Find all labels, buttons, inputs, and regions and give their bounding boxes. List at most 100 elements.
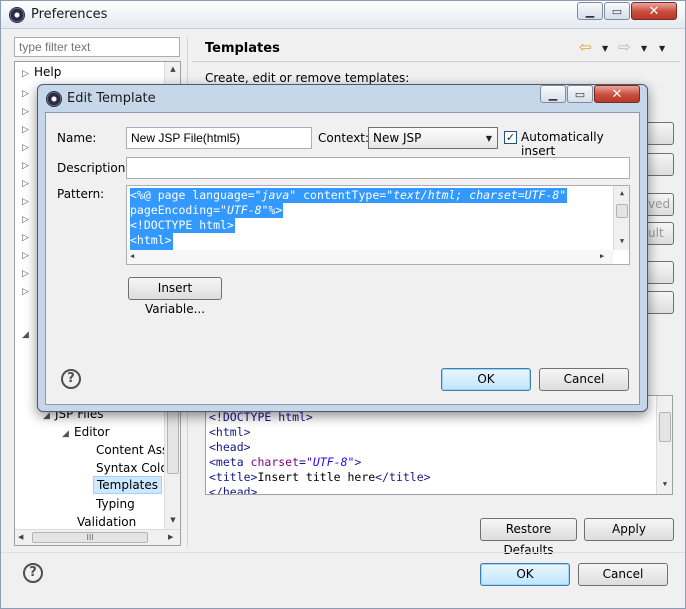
- apply-button[interactable]: Apply: [584, 518, 674, 541]
- pattern-label: Pattern:: [57, 187, 105, 201]
- maximize-icon: ▭: [574, 87, 586, 101]
- close-icon: ✕: [611, 86, 623, 102]
- side-button-edge-2[interactable]: [646, 153, 674, 176]
- preview-token: Insert title here: [257, 470, 376, 484]
- window-title: Preferences: [31, 7, 108, 22]
- dialog-title: Edit Template: [67, 91, 156, 106]
- dialog-minimize-button[interactable]: ▁: [540, 85, 566, 103]
- scroll-up-icon[interactable]: ▲: [165, 65, 180, 73]
- scroll-down-icon[interactable]: ▼: [657, 480, 672, 488]
- tree-item-content-assist[interactable]: Content Assi: [96, 441, 172, 459]
- pattern-code-line[interactable]: pageEncoding="UTF-8"%>: [130, 203, 284, 218]
- pattern-editor[interactable]: <%@ page language="java" contentType="te…: [126, 185, 630, 265]
- tree-item-templates[interactable]: Templates: [93, 476, 163, 494]
- pattern-token: <html>: [130, 233, 172, 247]
- help-icon[interactable]: ?: [61, 369, 81, 389]
- back-arrow-icon[interactable]: ⇦: [579, 38, 592, 56]
- preview-token: <meta: [209, 455, 251, 469]
- preview-token: charset: [250, 455, 300, 469]
- ok-button[interactable]: OK: [480, 563, 570, 586]
- eclipse-icon: [9, 7, 25, 23]
- description-label: Description:: [57, 161, 130, 175]
- tree-item-editor[interactable]: ◢ Editor: [62, 423, 110, 441]
- name-field[interactable]: [126, 127, 312, 149]
- cancel-button[interactable]: Cancel: [578, 563, 668, 586]
- expanded-arrow-icon: ◢: [22, 330, 29, 340]
- collapsed-arrow-icon[interactable]: ▷: [22, 283, 34, 301]
- preview-token: <head>: [209, 440, 251, 454]
- view-menu-icon[interactable]: ▼: [659, 44, 665, 53]
- preview-scroll-thumb[interactable]: [659, 412, 671, 442]
- edit-template-dialog: Edit Template ▁ ▭ ✕ Name: Context: New J…: [37, 84, 648, 412]
- preview-token: <title>: [209, 470, 258, 484]
- preview-code-line: <html>: [206, 425, 431, 440]
- dialog-ok-button[interactable]: OK: [441, 368, 531, 391]
- edit-template-body: Name: Context: New JSP ▼ ✓ Automatically…: [45, 112, 640, 405]
- preferences-titlebar[interactable]: Preferences ▁ ▭ ✕: [1, 1, 685, 29]
- description-field[interactable]: [126, 157, 630, 179]
- preview-code-line: <title>Insert title here</title>: [206, 470, 431, 485]
- title-separator: [192, 61, 680, 62]
- tree-scroll-thumb[interactable]: [167, 402, 179, 474]
- export-button[interactable]: [646, 291, 674, 314]
- tree-item-syntax-coloring[interactable]: Syntax Color: [96, 459, 173, 477]
- scroll-left-icon[interactable]: ◀: [130, 252, 134, 260]
- maximize-button[interactable]: ▭: [604, 2, 630, 20]
- pattern-code-line[interactable]: <%@ page language="java" contentType="te…: [130, 188, 568, 203]
- page-description: Create, edit or remove templates:: [205, 71, 410, 85]
- revert-to-default-button[interactable]: ult: [646, 222, 674, 245]
- tree-hidden-expanders: ▷ ▷ ▷ ▷ ▷ ▷ ▷ ▷ ▷ ▷ ▷ ▷: [22, 83, 34, 299]
- close-icon: ✕: [648, 3, 660, 19]
- pattern-token: pageEncoding=: [130, 203, 221, 217]
- side-button-edge-1[interactable]: [646, 122, 674, 145]
- scroll-left-icon[interactable]: ◀: [18, 533, 23, 541]
- back-history-dropdown-icon[interactable]: ▼: [602, 44, 608, 53]
- preview-token: =: [299, 455, 306, 469]
- forward-history-dropdown-icon[interactable]: ▼: [641, 44, 647, 53]
- tree-item-typing[interactable]: Typing: [96, 495, 135, 513]
- scroll-right-icon[interactable]: ▶: [600, 252, 604, 260]
- filter-input[interactable]: [14, 37, 180, 57]
- pattern-horizontal-scrollbar[interactable]: ◀ ▶: [127, 250, 613, 264]
- dialog-cancel-button[interactable]: Cancel: [539, 368, 629, 391]
- auto-insert-label: Automatically insert: [521, 130, 604, 158]
- preview-token: "UTF-8": [305, 455, 355, 469]
- scroll-down-icon[interactable]: ▼: [165, 516, 180, 524]
- preview-vertical-scrollbar[interactable]: ▼: [656, 396, 672, 494]
- scroll-up-icon[interactable]: ▲: [614, 189, 629, 197]
- tree-horizontal-scrollbar[interactable]: ◀ III ▶: [15, 529, 180, 545]
- tree-hscroll-thumb[interactable]: III: [32, 532, 148, 543]
- preview-token: </head>: [209, 485, 258, 495]
- close-button[interactable]: ✕: [631, 2, 677, 20]
- pattern-code-line[interactable]: <html>: [130, 233, 173, 248]
- preview-code-line: <head>: [206, 440, 431, 455]
- footer-separator: [1, 552, 685, 553]
- auto-insert-checkbox[interactable]: ✓: [504, 131, 517, 144]
- dialog-maximize-button[interactable]: ▭: [567, 85, 593, 103]
- pattern-code-line[interactable]: <!DOCTYPE html>: [130, 218, 235, 233]
- preview-token: </title>: [375, 470, 431, 484]
- forward-arrow-icon[interactable]: ⇨: [618, 38, 631, 56]
- pattern-token: %>: [268, 203, 283, 217]
- pattern-token: "java": [254, 188, 297, 202]
- checkmark-icon: ✓: [505, 131, 516, 144]
- minimize-button[interactable]: ▁: [577, 2, 603, 20]
- insert-variable-button[interactable]: Insert Variable...: [128, 277, 222, 316]
- scroll-down-icon[interactable]: ▼: [614, 237, 629, 245]
- revert-to-removed-button[interactable]: ved: [646, 193, 674, 216]
- tree-hidden-expander-expanded[interactable]: ◢: [22, 324, 34, 342]
- preview-token: <html>: [209, 425, 251, 439]
- help-icon[interactable]: ?: [23, 563, 43, 583]
- pattern-scroll-thumb[interactable]: [616, 204, 628, 218]
- context-label: Context:: [318, 131, 370, 145]
- preview-code-line: <!DOCTYPE html>: [206, 410, 431, 425]
- context-select[interactable]: New JSP ▼: [368, 127, 498, 149]
- dialog-close-button[interactable]: ✕: [594, 85, 640, 103]
- edit-template-titlebar[interactable]: Edit Template ▁ ▭ ✕: [38, 85, 647, 111]
- name-label: Name:: [57, 131, 97, 145]
- restore-defaults-button[interactable]: Restore Defaults: [480, 518, 577, 557]
- scroll-right-icon[interactable]: ▶: [168, 533, 173, 541]
- pattern-vertical-scrollbar[interactable]: ▲ ▼: [613, 186, 629, 250]
- tree-item-help[interactable]: ▷ Help: [22, 63, 61, 81]
- import-button[interactable]: [646, 261, 674, 284]
